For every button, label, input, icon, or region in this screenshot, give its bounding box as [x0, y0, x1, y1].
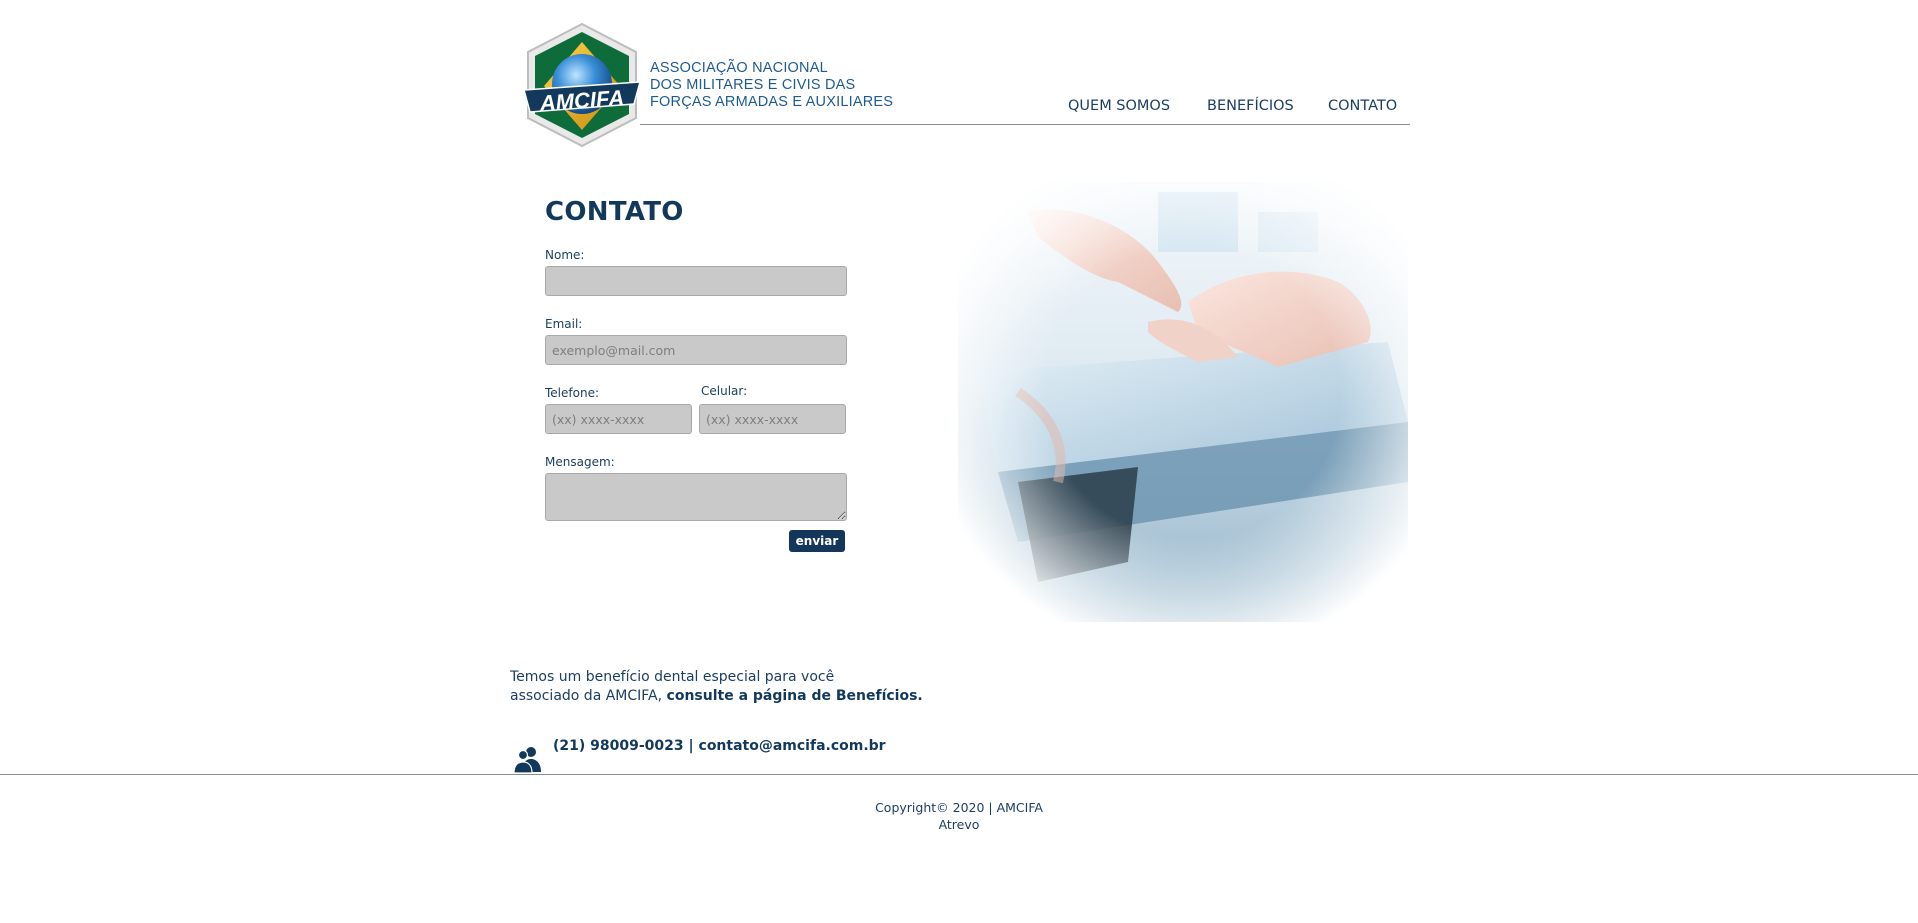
dental-benefit-promo: Temos um benefício dental especial para …	[510, 668, 923, 706]
association-name: ASSOCIAÇÃO NACIONAL DOS MILITARES E CIVI…	[650, 60, 893, 111]
benefits-page-link[interactable]: consulte a página de Benefícios.	[667, 688, 923, 704]
people-icon	[513, 744, 543, 774]
contact-phone[interactable]: (21) 98009-0023	[553, 738, 684, 754]
email-field[interactable]	[545, 335, 847, 365]
amcifa-logo[interactable]: AMCIFA	[516, 20, 648, 152]
email-label: Email:	[545, 317, 583, 331]
phone-label: Telefone:	[545, 386, 599, 400]
promo-line-2: associado da AMCIFA, consulte a página d…	[510, 687, 923, 706]
nav-item-quem-somos[interactable]: QUEM SOMOS	[1068, 98, 1178, 114]
nav-item-beneficios[interactable]: BENEFÍCIOS	[1207, 98, 1294, 114]
page-title: CONTATO	[545, 197, 684, 227]
footer: Copyright© 2020 | AMCIFA Atrevo	[0, 799, 1918, 833]
nav-item-contato[interactable]: CONTATO	[1328, 98, 1397, 114]
phone-field[interactable]	[545, 404, 692, 434]
contact-separator: |	[688, 738, 694, 754]
hands-typing-photo	[958, 182, 1408, 622]
mobile-field[interactable]	[699, 404, 846, 434]
header-divider	[640, 124, 1410, 125]
footer-divider	[0, 774, 1918, 775]
association-name-line-2: DOS MILITARES E CIVIS DAS	[650, 77, 856, 93]
developer-credit-link[interactable]: Atrevo	[939, 817, 980, 832]
promo-line-1: Temos um benefício dental especial para …	[510, 669, 835, 685]
send-button[interactable]: enviar	[789, 530, 845, 552]
name-label: Nome:	[545, 248, 585, 262]
association-name-line-1: ASSOCIAÇÃO NACIONAL	[650, 60, 828, 76]
copyright-text: Copyright© 2020 | AMCIFA	[875, 800, 1043, 815]
mobile-label: Celular:	[701, 384, 748, 398]
message-label: Mensagem:	[545, 455, 615, 469]
name-field[interactable]	[545, 266, 847, 296]
association-name-line-3: FORÇAS ARMADAS E AUXILIARES	[650, 94, 894, 110]
contact-info: (21) 98009-0023 | contato@amcifa.com.br	[553, 738, 886, 754]
contact-email[interactable]: contato@amcifa.com.br	[699, 738, 886, 754]
message-field[interactable]	[545, 473, 847, 521]
promo-line-2-text: associado da AMCIFA,	[510, 688, 663, 704]
